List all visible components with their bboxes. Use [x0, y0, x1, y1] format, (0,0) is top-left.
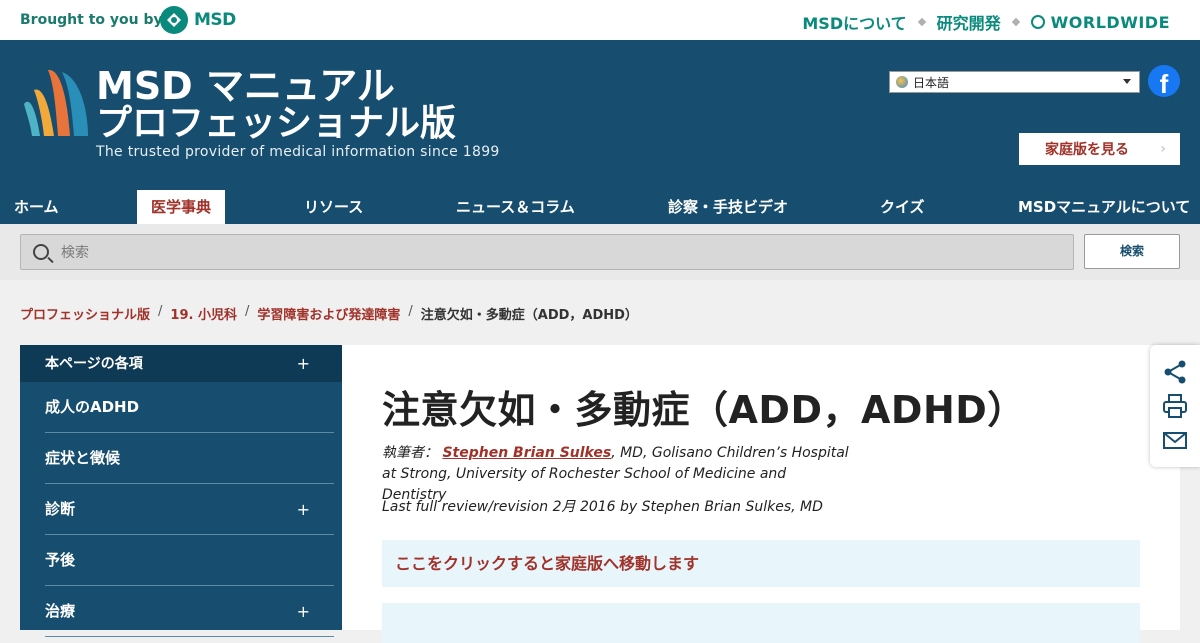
plus-icon[interactable]: +	[297, 484, 310, 535]
breadcrumb-learning-disorders[interactable]: 学習障害および発達障害	[257, 304, 400, 323]
consumer-version-label: 家庭版を見る	[1045, 142, 1129, 158]
share-icon[interactable]	[1162, 359, 1188, 385]
nav-item-medical-topics[interactable]: 医学事典	[137, 190, 226, 224]
sidebar-item-symptoms[interactable]: 症状と徴候	[45, 433, 334, 484]
sidebar-item-label: 治療	[45, 602, 76, 620]
sidebar-item-label: 成人のADHD	[45, 398, 140, 416]
chevron-right-icon: ›	[1160, 141, 1166, 157]
breadcrumb-professional[interactable]: プロフェッショナル版	[20, 304, 150, 323]
plus-icon[interactable]: +	[297, 586, 310, 637]
share-tools	[1150, 345, 1200, 467]
top-bar: Brought to you by MSD MSDについて 研究開発 WORLD…	[0, 0, 1200, 40]
author-prefix: 執筆者：	[382, 445, 438, 461]
sidebar-item-treatment[interactable]: 治療 +	[45, 586, 334, 637]
language-selected: 日本語	[913, 75, 950, 90]
site-header: MSD マニュアル プロフェッショナル版 The trusted provide…	[0, 40, 1200, 224]
research-link[interactable]: 研究開発	[937, 10, 1001, 34]
msd-logo-icon	[160, 6, 188, 34]
site-title-line2[interactable]: プロフェッショナル版	[96, 104, 456, 144]
sidebar-item-adult-adhd[interactable]: 成人のADHD	[45, 382, 334, 433]
nav-item-about[interactable]: MSDマニュアルについて	[1018, 190, 1190, 224]
msd-logo[interactable]: MSD	[160, 6, 236, 34]
breadcrumb-pediatrics[interactable]: 19. 小児科	[170, 304, 237, 323]
top-links: MSDについて 研究開発 WORLDWIDE	[802, 10, 1170, 34]
worldwide-label: WORLDWIDE	[1050, 12, 1170, 32]
worldwide-link[interactable]: WORLDWIDE	[1030, 12, 1170, 32]
breadcrumb: プロフェッショナル版 / 19. 小児科 / 学習障害および発達障害 / 注意欠…	[20, 304, 638, 323]
about-msd-link[interactable]: MSDについて	[802, 10, 906, 34]
brought-to-you-text: Brought to you by	[20, 12, 163, 28]
sidebar-item-label: 診断	[45, 500, 76, 518]
separator-dot	[1011, 17, 1020, 27]
main-nav: ホーム 医学事典 リソース ニュース＆コラム 診察・手技ビデオ クイズ MSDマ…	[0, 190, 1200, 224]
review-date: Last full review/revision 2月 2016 by Ste…	[382, 499, 823, 515]
msd-manual-logo-icon[interactable]	[22, 66, 90, 138]
search-bar: 検索 検索	[0, 224, 1200, 280]
nav-item-videos[interactable]: 診察・手技ビデオ	[668, 190, 788, 224]
print-icon[interactable]	[1162, 393, 1188, 419]
globe-icon	[1030, 15, 1045, 29]
nav-item-home[interactable]: ホーム	[14, 190, 59, 224]
consumer-version-link[interactable]: ここをクリックすると家庭版へ移動します	[382, 540, 1140, 587]
search-input[interactable]: 検索	[20, 234, 1074, 270]
main-content: 注意欠如・多動症（ADD，ADHD） 執筆者： Stephen Brian Su…	[342, 345, 1180, 643]
separator-dot	[917, 17, 926, 27]
sidebar-item-prognosis[interactable]: 予後	[45, 535, 334, 586]
site-title-line1[interactable]: MSD マニュアル	[96, 66, 395, 106]
sidebar-item-label: 予後	[45, 551, 76, 569]
chevron-down-icon	[1123, 79, 1131, 84]
author-link[interactable]: Stephen Brian Sulkes	[442, 445, 611, 461]
consumer-version-button[interactable]: 家庭版を見る ›	[1019, 133, 1180, 165]
globe-icon	[896, 76, 908, 88]
email-icon[interactable]	[1162, 427, 1188, 453]
info-box	[382, 603, 1140, 643]
language-select[interactable]: 日本語	[889, 71, 1140, 93]
search-button[interactable]: 検索	[1084, 234, 1180, 269]
sidebar-item-label: 症状と徴候	[45, 449, 121, 467]
search-icon	[33, 244, 49, 260]
page-title: 注意欠如・多動症（ADD，ADHD）	[382, 388, 1026, 432]
sidebar-item-diagnosis[interactable]: 診断 +	[45, 484, 334, 535]
breadcrumb-current: 注意欠如・多動症（ADD，ADHD）	[420, 308, 638, 323]
nav-item-resources[interactable]: リソース	[304, 190, 363, 224]
plus-icon[interactable]: +	[297, 345, 310, 383]
search-placeholder: 検索	[61, 245, 89, 261]
breadcrumb-separator: /	[158, 304, 163, 319]
sidebar-header-label: 本ページの各項	[45, 356, 143, 372]
page-sections-sidebar: 本ページの各項 + 成人のADHD 症状と徴候 診断 + 予後 治療 +	[20, 345, 342, 637]
nav-item-quizzes[interactable]: クイズ	[880, 190, 925, 224]
msd-logo-text: MSD	[194, 10, 236, 30]
breadcrumb-separator: /	[244, 304, 250, 319]
nav-item-news[interactable]: ニュース＆コラム	[456, 190, 575, 224]
facebook-icon[interactable]: f	[1148, 65, 1180, 97]
sidebar-header[interactable]: 本ページの各項 +	[20, 345, 342, 382]
site-tagline: The trusted provider of medical informat…	[96, 144, 500, 160]
breadcrumb-separator: /	[408, 304, 413, 319]
